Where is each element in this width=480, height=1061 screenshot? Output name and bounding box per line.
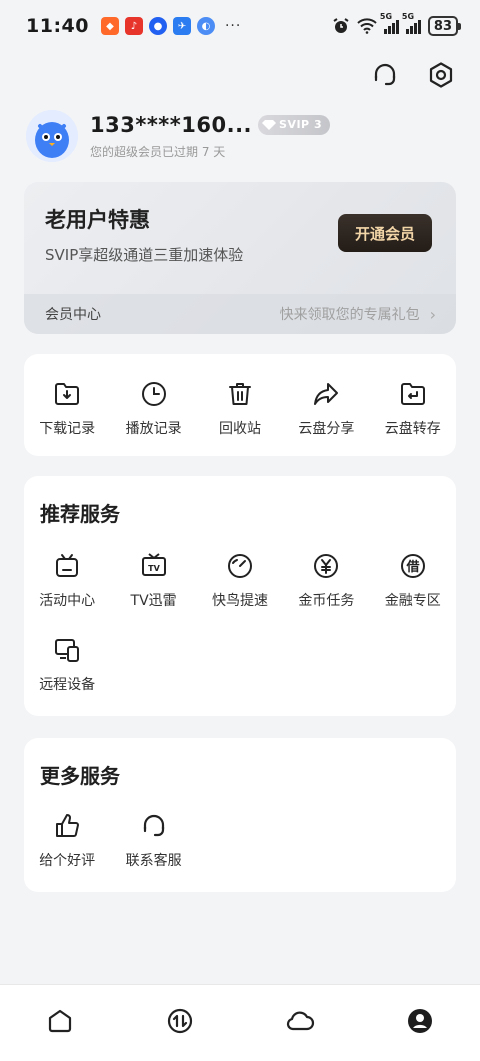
quick-tools-card: 下载记录 播放记录 回收站 云盘分享 云盘转存 (24, 354, 456, 456)
nav-transfer[interactable] (150, 991, 210, 1051)
battery-indicator: 83 (427, 16, 462, 36)
nav-home[interactable] (30, 991, 90, 1051)
chevron-right-icon: › (429, 304, 436, 324)
thumbs-up-icon (51, 810, 83, 842)
service-speed-boost[interactable]: 快鸟提速 (197, 550, 283, 634)
speedometer-icon (224, 550, 256, 582)
download-folder-icon (51, 378, 83, 410)
nav-cloud[interactable] (270, 991, 330, 1051)
svip-badge: SVIP 3 (258, 114, 331, 135)
service-activity-center[interactable]: 活动中心 (24, 550, 110, 634)
svg-text:TV: TV (148, 564, 160, 573)
loan-icon: 借 (397, 550, 429, 582)
membership-status: 您的超级会员已过期 7 天 (90, 144, 226, 159)
tool-cloud-transfer[interactable]: 云盘转存 (370, 378, 456, 456)
tool-download-records[interactable]: 下载记录 (24, 378, 110, 456)
header-actions (370, 60, 456, 90)
app-notification-icon: ✈ (172, 17, 191, 35)
open-membership-button[interactable]: 开通会员 (338, 214, 432, 252)
member-center-label: 会员中心 (45, 307, 101, 323)
service-finance-zone[interactable]: 借 金融专区 (370, 550, 456, 634)
app-notification-icon: ● (148, 17, 167, 35)
service-contact-support[interactable]: 联系客服 (110, 810, 196, 894)
status-bar: 11:40 ◆ ♪ ● ✈ ◐ ··· 5G 5G 83 (0, 0, 480, 52)
profile-icon (408, 1009, 432, 1033)
clock-icon (138, 378, 170, 410)
app-notification-icon: ◐ (196, 17, 215, 35)
notification-icons: ◆ ♪ ● ✈ ◐ ··· (100, 17, 242, 35)
app-notification-icon: ◆ (100, 17, 119, 35)
vip-description: SVIP享超级通道三重加速体验 (45, 246, 244, 264)
nav-profile[interactable] (390, 991, 450, 1051)
app-notification-icon: ♪ (124, 17, 143, 35)
cloud-icon (286, 1011, 315, 1031)
profile-header[interactable]: 133****160... SVIP 3 您的超级会员已过期 7 天 (26, 110, 331, 162)
transfer-icon (167, 1008, 193, 1034)
wifi-icon (357, 18, 377, 34)
more-notifications-icon: ··· (224, 18, 242, 34)
trash-icon (224, 378, 256, 410)
bottom-navigation (0, 984, 480, 1061)
status-time: 11:40 (26, 15, 89, 37)
more-services-card: 更多服务 给个好评 联系客服 (24, 738, 456, 892)
signal-icon: 5G (380, 12, 399, 34)
tv-icon: TV (138, 550, 170, 582)
share-icon (310, 378, 342, 410)
vip-title: 老用户特惠 (45, 208, 150, 232)
headset-icon[interactable] (370, 60, 400, 90)
home-icon (48, 1009, 72, 1033)
svg-text:借: 借 (405, 559, 419, 575)
section-title: 更多服务 (40, 764, 120, 788)
gift-link[interactable]: 快来领取您的专属礼包 › (280, 304, 436, 324)
tool-cloud-share[interactable]: 云盘分享 (283, 378, 369, 456)
vip-promo-card: 老用户特惠 SVIP享超级通道三重加速体验 开通会员 会员中心 快来领取您的专属… (24, 182, 456, 334)
service-rate-app[interactable]: 给个好评 (24, 810, 110, 894)
member-center-row[interactable]: 会员中心 快来领取您的专属礼包 › (24, 294, 456, 334)
service-tv-xunlei[interactable]: TV TV迅雷 (110, 550, 196, 634)
signal-icon: 5G (402, 12, 421, 34)
avatar[interactable] (26, 110, 78, 162)
remote-device-icon (51, 634, 83, 666)
service-coin-tasks[interactable]: 金币任务 (283, 550, 369, 634)
service-remote-device[interactable]: 远程设备 (24, 634, 110, 718)
system-indicators: 5G 5G 83 (332, 12, 462, 36)
diamond-icon (262, 119, 277, 130)
transfer-folder-icon (397, 378, 429, 410)
tool-play-records[interactable]: 播放记录 (110, 378, 196, 456)
settings-icon[interactable] (426, 60, 456, 90)
section-title: 推荐服务 (40, 502, 120, 526)
username: 133****160... (90, 112, 253, 137)
activity-tv-icon (51, 550, 83, 582)
coin-icon (310, 550, 342, 582)
tool-recycle-bin[interactable]: 回收站 (197, 378, 283, 456)
recommended-services-card: 推荐服务 活动中心 TV TV迅雷 快鸟提速 金币任务 借 金融专区 远程设备 (24, 476, 456, 716)
alarm-icon (333, 18, 349, 33)
customer-service-icon (138, 810, 170, 842)
